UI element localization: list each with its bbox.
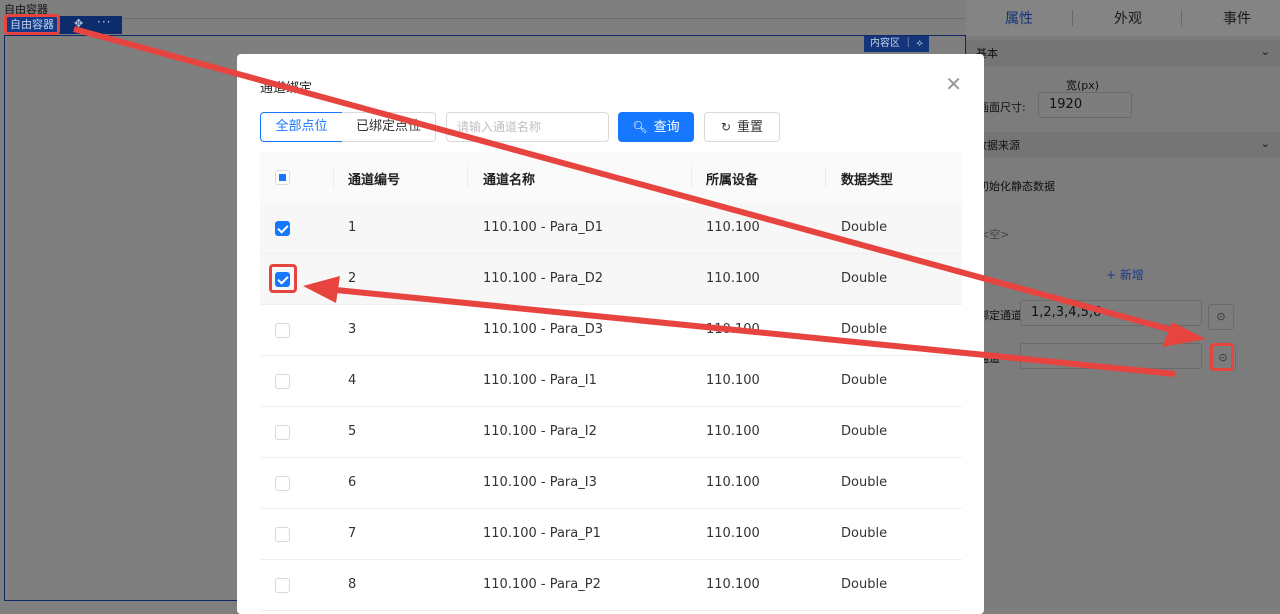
cell-name: 110.100 - Para_D3 xyxy=(483,322,604,337)
content-area-badge[interactable]: 内容区 ｜ ⟡ xyxy=(864,36,929,52)
column-header-id[interactable]: 通道编号 xyxy=(348,169,400,188)
bind-channel-input[interactable]: 1,2,3,4,5,6 xyxy=(1020,300,1202,326)
segment-all-points[interactable]: 全部点位 xyxy=(260,112,343,142)
table-row[interactable]: 5 110.100 - Para_I2 110.100 Double xyxy=(260,407,962,458)
row-checkbox[interactable] xyxy=(275,221,290,236)
table-row[interactable]: 7 110.100 - Para_P1 110.100 Double xyxy=(260,509,962,560)
property-panel: 属性 外观 事件 基本 ⌄ 宽(px) 画面尺寸: 1920 数据来源 ⌄ 初始… xyxy=(966,0,1280,609)
row-checkbox[interactable] xyxy=(275,425,290,440)
cell-id: 6 xyxy=(348,475,357,490)
annotation-highlight-picker xyxy=(1210,343,1234,371)
cell-name: 110.100 - Para_D1 xyxy=(483,220,604,235)
cell-id: 5 xyxy=(348,424,357,439)
channel-search-input[interactable] xyxy=(446,112,609,142)
cell-device: 110.100 xyxy=(706,526,760,541)
cell-name: 110.100 - Para_I2 xyxy=(483,424,597,439)
row-checkbox[interactable] xyxy=(275,527,290,542)
cell-type: Double xyxy=(841,577,888,592)
empty-placeholder: <空> xyxy=(980,228,1010,241)
table-row[interactable]: 1 110.100 - Para_D1 110.100 Double xyxy=(260,203,962,254)
query-button[interactable]: 🔍︎ 查询 xyxy=(618,112,694,142)
refresh-icon: ↻ xyxy=(720,120,732,134)
column-divider xyxy=(333,166,334,188)
width-label: 宽(px) xyxy=(1066,79,1100,92)
reset-button[interactable]: ↻ 重置 xyxy=(704,112,780,142)
cell-id: 8 xyxy=(348,577,357,592)
chevron-down-icon: ⌄ xyxy=(1260,45,1270,58)
channel-input[interactable] xyxy=(1020,343,1202,369)
section-data-source[interactable]: 数据来源 ⌄ xyxy=(966,132,1280,158)
channel-picker-icon[interactable]: ⊙ xyxy=(1208,304,1234,330)
cell-id: 2 xyxy=(348,271,357,286)
cell-device: 110.100 xyxy=(706,271,760,286)
section-basic[interactable]: 基本 ⌄ xyxy=(966,40,1280,66)
row-checkbox[interactable] xyxy=(275,578,290,593)
table-row[interactable]: 4 110.100 - Para_I1 110.100 Double xyxy=(260,356,962,407)
row-checkbox[interactable] xyxy=(275,323,290,338)
search-icon: 🔍︎ xyxy=(632,120,648,134)
dialog-title: 通道绑定 xyxy=(260,81,313,96)
cell-type: Double xyxy=(841,271,888,286)
cell-type: Double xyxy=(841,424,888,439)
tab-divider xyxy=(1072,10,1073,26)
channel-binding-dialog: 通道绑定 ✕ 全部点位 已绑定点位 🔍︎ 查询 ↻ 重置 通道编号 通道名称 所属设… xyxy=(237,54,984,614)
page-size-label: 画面尺寸: xyxy=(978,101,1026,114)
cell-type: Double xyxy=(841,475,888,490)
column-header-name[interactable]: 通道名称 xyxy=(483,169,535,188)
cell-device: 110.100 xyxy=(706,220,760,235)
cell-device: 110.100 xyxy=(706,424,760,439)
query-button-label: 查询 xyxy=(653,120,680,135)
cell-device: 110.100 xyxy=(706,475,760,490)
column-divider xyxy=(691,166,692,188)
add-button[interactable]: + 新增 xyxy=(1106,266,1144,283)
cell-name: 110.100 - Para_P1 xyxy=(483,526,601,541)
cell-type: Double xyxy=(841,373,888,388)
close-icon[interactable]: ✕ xyxy=(945,74,962,94)
cell-type: Double xyxy=(841,220,888,235)
annotation-highlight-checkbox xyxy=(269,264,297,293)
annotation-highlight-chip xyxy=(4,14,60,35)
cell-name: 110.100 - Para_I1 xyxy=(483,373,597,388)
panel-tabs: 属性 外观 事件 xyxy=(966,0,1280,36)
cell-name: 110.100 - Para_I3 xyxy=(483,475,597,490)
column-header-type[interactable]: 数据类型 xyxy=(841,169,893,188)
cell-device: 110.100 xyxy=(706,322,760,337)
cell-id: 3 xyxy=(348,322,357,337)
table-row[interactable]: 2 110.100 - Para_D2 110.100 Double xyxy=(260,254,962,305)
chevron-down-icon: ⌄ xyxy=(1260,137,1270,150)
table-row[interactable]: 8 110.100 - Para_P2 110.100 Double xyxy=(260,560,962,611)
segment-bound-points[interactable]: 已绑定点位 xyxy=(342,112,436,142)
width-input[interactable]: 1920 xyxy=(1038,92,1132,118)
row-checkbox[interactable] xyxy=(275,476,290,491)
tab-properties[interactable]: 属性 xyxy=(1005,8,1033,28)
cell-id: 7 xyxy=(348,526,357,541)
table-header: 通道编号 通道名称 所属设备 数据类型 xyxy=(260,152,962,204)
row-checkbox[interactable] xyxy=(275,374,290,389)
bind-channel-label: 绑定通道 xyxy=(978,309,1022,322)
cell-name: 110.100 - Para_D2 xyxy=(483,271,604,286)
table-row[interactable]: 3 110.100 - Para_D3 110.100 Double xyxy=(260,305,962,356)
column-divider xyxy=(467,166,468,188)
move-icon[interactable]: ✥ xyxy=(74,17,83,30)
cell-type: Double xyxy=(841,526,888,541)
reset-button-label: 重置 xyxy=(737,120,764,135)
cell-device: 110.100 xyxy=(706,577,760,592)
select-all-checkbox[interactable] xyxy=(275,170,290,185)
init-static-data: 初始化静态数据 xyxy=(978,180,1055,193)
ruler-line xyxy=(4,18,966,19)
tab-events[interactable]: 事件 xyxy=(1223,8,1251,28)
more-icon[interactable]: ··· xyxy=(97,15,111,29)
cell-id: 4 xyxy=(348,373,357,388)
cell-device: 110.100 xyxy=(706,373,760,388)
column-header-device[interactable]: 所属设备 xyxy=(706,169,758,188)
tab-appearance[interactable]: 外观 xyxy=(1114,8,1142,28)
column-divider xyxy=(825,166,826,188)
cell-id: 1 xyxy=(348,220,357,235)
cell-name: 110.100 - Para_P2 xyxy=(483,577,601,592)
table-row[interactable]: 6 110.100 - Para_I3 110.100 Double xyxy=(260,458,962,509)
cell-type: Double xyxy=(841,322,888,337)
tab-divider xyxy=(1181,10,1182,26)
